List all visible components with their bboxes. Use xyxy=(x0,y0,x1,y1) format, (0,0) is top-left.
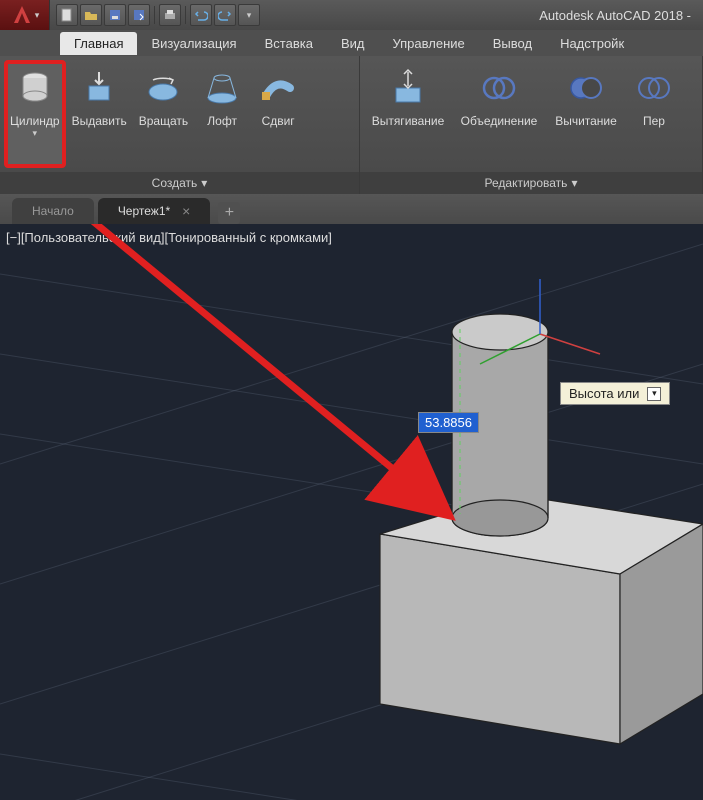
loft-button[interactable]: Лофт xyxy=(194,60,250,168)
cylinder-button[interactable]: Цилиндр ▾ xyxy=(4,60,66,168)
presspull-icon xyxy=(386,66,430,110)
button-label: Пер xyxy=(643,114,665,128)
qat-open-button[interactable] xyxy=(80,4,102,26)
tab-addins[interactable]: Надстройк xyxy=(546,32,638,55)
button-label: Вытягивание xyxy=(372,114,445,128)
title-bar: ▾ ▾ Autodesk AutoCAD 2018 - xyxy=(0,0,703,30)
intersect-icon xyxy=(632,66,676,110)
qat-saveas-button[interactable] xyxy=(128,4,150,26)
cylinder-icon xyxy=(13,66,57,110)
dynamic-input-value[interactable]: 53.8856 xyxy=(418,412,479,433)
panel-title-edit[interactable]: Редактировать▾ xyxy=(360,172,702,194)
autocad-logo-icon xyxy=(10,3,34,27)
tab-visualize[interactable]: Визуализация xyxy=(137,32,250,55)
chevron-down-icon: ▾ xyxy=(35,10,40,21)
union-button[interactable]: Объединение xyxy=(452,60,546,168)
qat-undo-button[interactable] xyxy=(190,4,212,26)
ribbon-tabs: Главная Визуализация Вставка Вид Управле… xyxy=(0,30,703,56)
presspull-button[interactable]: Вытягивание xyxy=(364,60,452,168)
separator xyxy=(154,6,155,24)
redo-icon xyxy=(218,8,232,22)
loft-icon xyxy=(200,66,244,110)
subtract-icon xyxy=(564,66,608,110)
button-label: Вычитание xyxy=(555,114,617,128)
extrude-icon xyxy=(77,66,121,110)
print-icon xyxy=(163,8,177,22)
qat-save-button[interactable] xyxy=(104,4,126,26)
sweep-icon xyxy=(256,66,300,110)
save-icon xyxy=(108,8,122,22)
document-tabs: Начало Чертеж1* × + xyxy=(0,194,703,224)
extrude-button[interactable]: Выдавить xyxy=(66,60,133,168)
folder-open-icon xyxy=(84,8,98,22)
drawing-viewport[interactable]: [−][Пользовательский вид][Тонированный с… xyxy=(0,224,703,800)
dropdown-icon[interactable]: ▾ xyxy=(647,387,661,401)
chevron-down-icon: ▾ xyxy=(247,10,252,21)
new-tab-button[interactable]: + xyxy=(218,202,240,224)
revolve-icon xyxy=(141,66,185,110)
app-title: Autodesk AutoCAD 2018 - xyxy=(539,8,691,23)
tab-view[interactable]: Вид xyxy=(327,32,379,55)
close-tab-icon[interactable]: × xyxy=(182,203,190,219)
ribbon-panel-edit: Вытягивание Объединение Вычитание Пер xyxy=(360,56,703,194)
new-file-icon xyxy=(60,8,74,22)
button-label: Лофт xyxy=(207,114,237,128)
button-label: Вращать xyxy=(139,114,188,128)
chevron-down-icon: ▾ xyxy=(571,176,577,190)
chevron-down-icon: ▾ xyxy=(201,176,207,190)
button-label: Выдавить xyxy=(72,114,127,128)
button-label: Цилиндр xyxy=(10,114,60,128)
tab-output[interactable]: Вывод xyxy=(479,32,546,55)
button-label: Сдвиг xyxy=(262,114,295,128)
union-icon xyxy=(477,66,521,110)
sweep-button[interactable]: Сдвиг xyxy=(250,60,306,168)
dynamic-input-tooltip: Высота или ▾ xyxy=(560,382,670,405)
separator xyxy=(185,6,186,24)
undo-icon xyxy=(194,8,208,22)
chevron-down-icon: ▾ xyxy=(33,128,38,139)
button-label: Объединение xyxy=(461,114,538,128)
ribbon: Цилиндр ▾ Выдавить Вращать Лофт xyxy=(0,56,703,194)
app-menu-button[interactable]: ▾ xyxy=(0,0,50,30)
tab-insert[interactable]: Вставка xyxy=(251,32,327,55)
intersect-button[interactable]: Пер xyxy=(626,60,682,168)
revolve-button[interactable]: Вращать xyxy=(133,60,194,168)
quick-access-toolbar: ▾ xyxy=(50,4,266,26)
ribbon-panel-create: Цилиндр ▾ Выдавить Вращать Лофт xyxy=(0,56,360,194)
panel-title-create[interactable]: Создать▾ xyxy=(0,172,359,194)
subtract-button[interactable]: Вычитание xyxy=(546,60,626,168)
tab-home[interactable]: Главная xyxy=(60,32,137,55)
drawing-tab[interactable]: Чертеж1* × xyxy=(98,198,211,224)
qat-redo-button[interactable] xyxy=(214,4,236,26)
qat-customize-button[interactable]: ▾ xyxy=(238,4,260,26)
qat-new-button[interactable] xyxy=(56,4,78,26)
tab-manage[interactable]: Управление xyxy=(378,32,478,55)
qat-print-button[interactable] xyxy=(159,4,181,26)
saveas-icon xyxy=(132,8,146,22)
start-tab[interactable]: Начало xyxy=(12,198,94,224)
annotation-arrow xyxy=(0,224,703,800)
